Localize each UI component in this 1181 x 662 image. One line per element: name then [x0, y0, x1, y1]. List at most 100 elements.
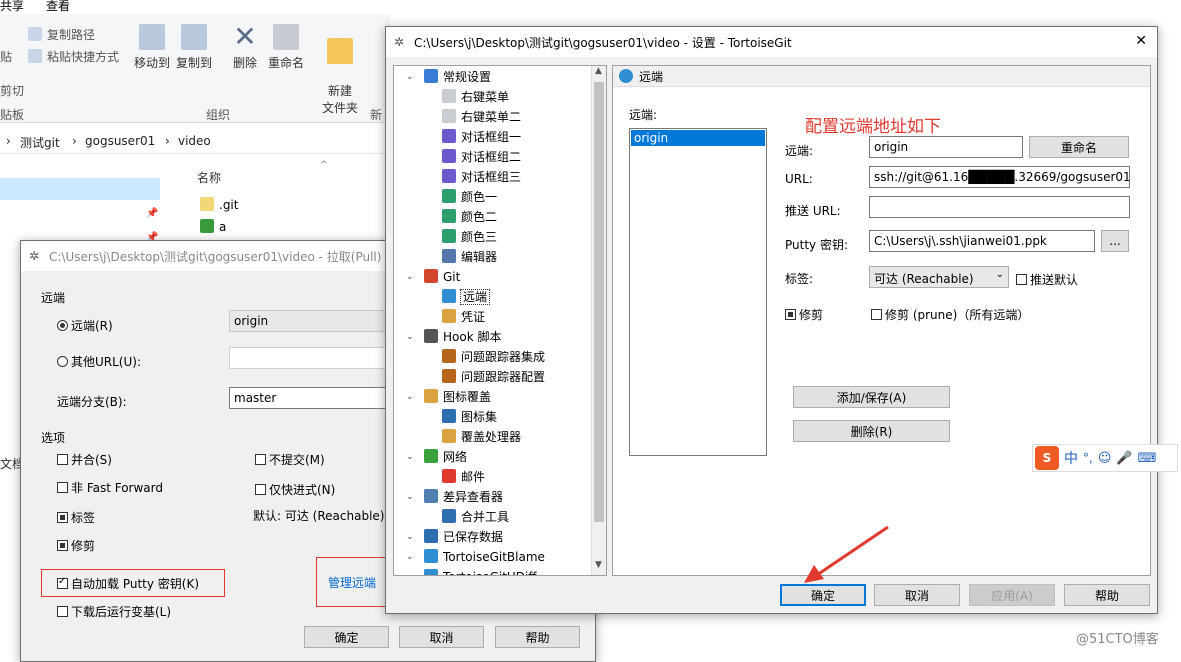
- expand-chevron-icon[interactable]: ⌄: [406, 447, 414, 467]
- tree-item[interactable]: 问题跟踪器配置: [442, 367, 545, 387]
- settings-cancel-button[interactable]: 取消: [874, 584, 960, 606]
- cut-label[interactable]: 剪切: [0, 82, 24, 99]
- tree-item[interactable]: 颜色二: [442, 207, 497, 227]
- push-url-input[interactable]: [869, 196, 1130, 218]
- delete-remote-button[interactable]: 删除(R): [793, 420, 950, 442]
- expand-chevron-icon[interactable]: ⌄: [406, 567, 414, 575]
- tree-item[interactable]: 颜色一: [442, 187, 497, 207]
- tree-item[interactable]: 右键菜单二: [442, 107, 521, 127]
- tree-scrollbar[interactable]: ▲ ▼: [591, 66, 606, 575]
- file-row[interactable]: a: [200, 219, 226, 234]
- putty-key-input[interactable]: C:\Users\j\.ssh\jianwei01.ppk: [869, 230, 1095, 252]
- pull-cancel-button[interactable]: 取消: [399, 626, 484, 648]
- tree-item[interactable]: ⌄ 差异查看器: [406, 487, 503, 507]
- scroll-up-icon[interactable]: ▲: [595, 66, 602, 76]
- breadcrumb-item[interactable]: gogsuser01: [85, 134, 155, 148]
- tree-item[interactable]: ⌄ Git: [406, 267, 460, 287]
- tree-item[interactable]: ⌄ TortoiseGitUDiff: [406, 567, 537, 575]
- settings-ok-button[interactable]: 确定: [780, 584, 866, 606]
- tree-item[interactable]: ⌄ Hook 脚本: [406, 327, 501, 347]
- settings-titlebar[interactable]: ✲ C:\Users\j\Desktop\测试git\gogsuser01\vi…: [386, 27, 1157, 57]
- tree-item[interactable]: ⌄ 常规设置: [406, 67, 491, 87]
- auto-putty-checkbox[interactable]: 自动加载 Putty 密钥(K): [57, 575, 199, 592]
- radio-remote[interactable]: 远端(R): [57, 317, 113, 334]
- expand-chevron-icon[interactable]: ⌄: [406, 67, 414, 87]
- pull-ok-button[interactable]: 确定: [304, 626, 389, 648]
- remote-name-input[interactable]: origin: [869, 136, 1023, 158]
- ime-lang-toggle[interactable]: 中: [1064, 448, 1078, 468]
- tree-item[interactable]: ⌄ 网络: [406, 447, 467, 467]
- add-save-button[interactable]: 添加/保存(A): [793, 386, 950, 408]
- microphone-icon[interactable]: 🎤: [1116, 451, 1132, 466]
- new-folder-button[interactable]: 新建 文件夹: [320, 24, 360, 116]
- breadcrumb[interactable]: › 测试git › gogsuser01 › video: [0, 131, 390, 154]
- breadcrumb-item[interactable]: 测试git: [20, 134, 60, 151]
- tree-item[interactable]: 远端: [442, 287, 491, 307]
- no-ff-checkbox[interactable]: 非 Fast Forward: [57, 479, 163, 496]
- browse-button[interactable]: ...: [1101, 230, 1129, 252]
- keyboard-icon[interactable]: ⌨: [1138, 451, 1157, 466]
- prune-checkbox[interactable]: 修剪: [57, 537, 95, 554]
- move-to-button[interactable]: 移动到: [132, 24, 172, 71]
- sogou-logo-icon[interactable]: S: [1035, 446, 1059, 470]
- copy-path-button[interactable]: 复制路径: [28, 26, 95, 43]
- tree-item[interactable]: ⌄ 已保存数据: [406, 527, 503, 547]
- tree-item[interactable]: 对话框组三: [442, 167, 521, 187]
- prune-checkbox[interactable]: 修剪: [785, 306, 823, 323]
- expand-chevron-icon[interactable]: ⌄: [406, 327, 414, 347]
- delete-button[interactable]: ✕ 删除: [228, 23, 262, 71]
- tree-item[interactable]: 覆盖处理器: [442, 427, 521, 447]
- rename-button[interactable]: 重命名: [1029, 136, 1129, 158]
- remote-list[interactable]: origin: [629, 128, 767, 456]
- tree-item[interactable]: 编辑器: [442, 247, 497, 267]
- rename-button[interactable]: 重命名: [266, 24, 306, 71]
- breadcrumb-item[interactable]: video: [178, 134, 211, 148]
- settings-help-button[interactable]: 帮助: [1064, 584, 1150, 606]
- merge-checkbox[interactable]: 并合(S): [57, 451, 112, 468]
- scroll-down-icon[interactable]: ▼: [595, 560, 602, 570]
- copy-to-button[interactable]: 复制到: [174, 24, 214, 71]
- tags-select[interactable]: 可达 (Reachable) ⌄: [869, 266, 1009, 288]
- tree-item[interactable]: 对话框组一: [442, 127, 521, 147]
- expand-chevron-icon[interactable]: ⌄: [406, 547, 414, 567]
- tree-item[interactable]: 图标集: [442, 407, 497, 427]
- ime-punct-toggle[interactable]: °,: [1083, 451, 1093, 465]
- tree-item[interactable]: 凭证: [442, 307, 485, 327]
- tree-item[interactable]: 对话框组二: [442, 147, 521, 167]
- expand-chevron-icon[interactable]: ⌄: [406, 487, 414, 507]
- expand-chevron-icon[interactable]: ⌄: [406, 527, 414, 547]
- tree-item[interactable]: ⌄ TortoiseGitBlame: [406, 547, 545, 567]
- file-row[interactable]: .git: [200, 197, 238, 212]
- pin-icon[interactable]: 📌: [146, 208, 158, 219]
- ff-only-checkbox[interactable]: 仅快进式(N): [255, 481, 335, 498]
- tree-item[interactable]: 邮件: [442, 467, 485, 487]
- tree-item[interactable]: ⌄ 图标覆盖: [406, 387, 491, 407]
- radio-other-url[interactable]: 其他URL(U):: [57, 353, 141, 370]
- scroll-thumb[interactable]: [594, 82, 604, 522]
- expand-chevron-icon[interactable]: ⌄: [406, 267, 414, 287]
- column-header-name[interactable]: 名称: [197, 169, 221, 186]
- emoji-icon[interactable]: ☺: [1098, 451, 1112, 466]
- nav-pane-selected-item[interactable]: [0, 178, 160, 200]
- radio-remote-dot: [57, 320, 68, 331]
- tree-item[interactable]: 问题跟踪器集成: [442, 347, 545, 367]
- push-default-checkbox[interactable]: 推送默认: [1016, 271, 1078, 288]
- settings-tree[interactable]: ⌄ 常规设置 右键菜单 右键菜单二 对话框组一 对话框组二 对话框组三 颜色一 颜色二 颜色三 编辑…: [393, 65, 607, 576]
- run-rebase-checkbox[interactable]: 下载后运行变基(L): [57, 603, 171, 620]
- url-input[interactable]: ssh://git@61.16█████.32669/gogsuser01/v: [869, 166, 1130, 188]
- close-icon[interactable]: ✕: [1135, 33, 1147, 49]
- manage-remotes-link[interactable]: 管理远端: [328, 574, 376, 591]
- expand-chevron-icon[interactable]: ⌄: [406, 387, 414, 407]
- no-commit-checkbox[interactable]: 不提交(M): [255, 451, 325, 468]
- tags-checkbox[interactable]: 标签: [57, 509, 95, 526]
- tree-item[interactable]: 颜色三: [442, 227, 497, 247]
- paste-shortcut-button[interactable]: 粘贴快捷方式: [28, 48, 119, 65]
- remote-list-item[interactable]: origin: [631, 130, 765, 146]
- tab-view[interactable]: 查看: [46, 0, 70, 14]
- ime-toolbar[interactable]: S 中 °, ☺ 🎤 ⌨: [1032, 444, 1178, 472]
- tab-share[interactable]: 共享: [0, 0, 24, 14]
- pull-help-button[interactable]: 帮助: [495, 626, 580, 648]
- tree-item[interactable]: 合并工具: [442, 507, 509, 527]
- prune-all-checkbox[interactable]: 修剪 (prune)（所有远端）: [871, 306, 1029, 323]
- tree-item[interactable]: 右键菜单: [442, 87, 509, 107]
